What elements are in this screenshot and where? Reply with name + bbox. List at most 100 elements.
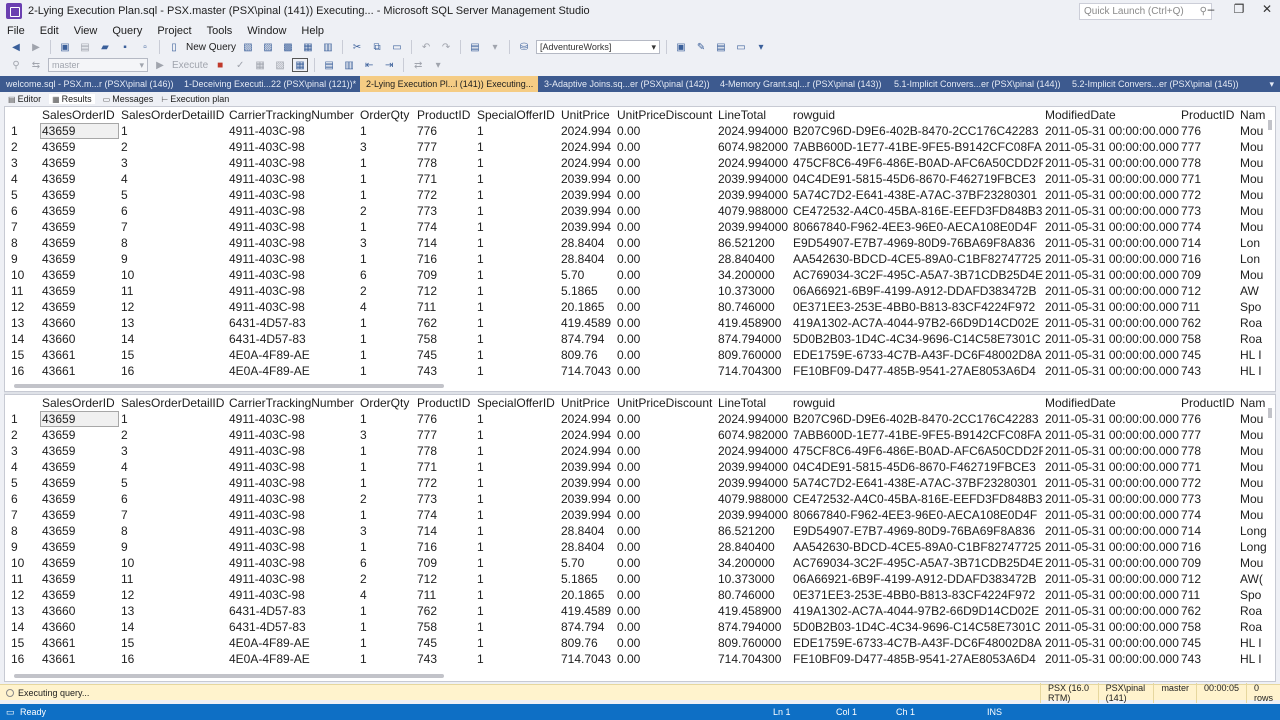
table-cell[interactable]: 1 xyxy=(358,539,415,555)
table-cell[interactable]: 716 xyxy=(415,251,475,267)
column-header[interactable]: ProductID xyxy=(415,107,475,123)
table-cell[interactable]: 43659 xyxy=(40,539,119,555)
table-cell[interactable]: 4E0A-4F89-AE xyxy=(227,347,358,363)
table-cell[interactable]: E9D54907-E7B7-4969-80D9-76BA69F8A836 xyxy=(791,235,1043,251)
table-cell[interactable]: 2024.994000 xyxy=(716,443,791,459)
table-cell[interactable]: Mou xyxy=(1238,139,1275,155)
table-cell[interactable]: 773 xyxy=(415,491,475,507)
table-cell[interactable]: CE472532-A4C0-45BA-816E-EEFD3FD848B3 xyxy=(791,491,1043,507)
table-cell[interactable]: 874.794000 xyxy=(716,619,791,635)
row-number-cell[interactable]: 8 xyxy=(5,523,40,539)
row-number-cell[interactable]: 2 xyxy=(5,427,40,443)
table-cell[interactable]: AC769034-3C2F-495C-A5A7-3B71CDB25D4E xyxy=(791,555,1043,571)
table-cell[interactable]: 0.00 xyxy=(615,203,716,219)
mdx-query-icon[interactable]: ▨ xyxy=(260,40,276,54)
table-cell[interactable]: 1 xyxy=(475,555,559,571)
table-cell[interactable]: 778 xyxy=(415,155,475,171)
table-cell[interactable]: 1 xyxy=(475,171,559,187)
table-cell[interactable]: 1 xyxy=(358,603,415,619)
table-cell[interactable]: 2 xyxy=(358,571,415,587)
xmla-query-icon[interactable]: ▦ xyxy=(300,40,316,54)
table-cell[interactable]: 2011-05-31 00:00:00.000 xyxy=(1043,267,1179,283)
table-cell[interactable]: 8 xyxy=(119,235,227,251)
table-cell[interactable]: 711 xyxy=(1179,587,1238,603)
table-cell[interactable]: 2039.994000 xyxy=(716,187,791,203)
table-row[interactable]: 2 43659 2 4911-403C-98 3 777 1 2024.994 0.00 6074… xyxy=(5,427,1275,443)
table-cell[interactable]: 874.794000 xyxy=(716,331,791,347)
doc-tab-implicit-conversion-1[interactable]: 5.1-Implicit Convers...er (PSX\pinal (14… xyxy=(888,76,1066,92)
table-cell[interactable]: 9 xyxy=(119,251,227,267)
table-cell[interactable]: 419A1302-AC7A-4044-97B2-66D9D14CD02E xyxy=(791,603,1043,619)
table-cell[interactable]: FE10BF09-D477-485B-9541-27AE8053A6D4 xyxy=(791,363,1043,379)
table-cell[interactable]: 2039.994000 xyxy=(716,171,791,187)
table-cell[interactable]: 6 xyxy=(358,555,415,571)
table-cell[interactable]: 762 xyxy=(1179,603,1238,619)
table-cell[interactable]: Roa xyxy=(1238,603,1275,619)
table-cell[interactable]: 774 xyxy=(415,507,475,523)
table-cell[interactable]: 745 xyxy=(1179,347,1238,363)
table-cell[interactable]: 0.00 xyxy=(615,267,716,283)
table-row[interactable]: 3 43659 3 4911-403C-98 1 778 1 2024.994 0.00 2024… xyxy=(5,443,1275,459)
table-cell[interactable]: 1 xyxy=(358,171,415,187)
table-cell[interactable]: 777 xyxy=(1179,427,1238,443)
table-cell[interactable]: 2011-05-31 00:00:00.000 xyxy=(1043,283,1179,299)
table-cell[interactable]: 714.704300 xyxy=(716,363,791,379)
table-cell[interactable]: 712 xyxy=(1179,571,1238,587)
table-cell[interactable]: AC769034-3C2F-495C-A5A7-3B71CDB25D4E xyxy=(791,267,1043,283)
table-cell[interactable]: 1 xyxy=(475,267,559,283)
table-cell[interactable]: Roa xyxy=(1238,331,1275,347)
column-header[interactable]: ModifiedDate xyxy=(1043,107,1179,123)
table-cell[interactable]: 20.1865 xyxy=(559,299,615,315)
table-cell[interactable]: 43659 xyxy=(40,459,119,475)
table-cell[interactable]: 1 xyxy=(475,331,559,347)
table-cell[interactable]: 1 xyxy=(358,459,415,475)
cut-icon[interactable]: ✂ xyxy=(349,40,365,54)
table-cell[interactable]: 2024.994 xyxy=(559,155,615,171)
table-cell[interactable]: 16 xyxy=(119,651,227,667)
column-header[interactable]: SalesOrderDetailID xyxy=(119,107,227,123)
table-cell[interactable]: 716 xyxy=(1179,539,1238,555)
table-cell[interactable]: 743 xyxy=(415,363,475,379)
add-item-icon[interactable]: ▤ xyxy=(77,40,93,54)
table-cell[interactable]: EDE1759E-6733-4C7B-A43F-DC6F48002D8A xyxy=(791,635,1043,651)
table-cell[interactable]: 4911-403C-98 xyxy=(227,155,358,171)
uncomment-icon[interactable]: ▥ xyxy=(341,58,357,72)
table-cell[interactable]: 4911-403C-98 xyxy=(227,235,358,251)
table-cell[interactable]: 43659 xyxy=(40,235,119,251)
table-cell[interactable]: HL I xyxy=(1238,651,1275,667)
table-cell[interactable]: 475CF8C6-49F6-486E-B0AD-AFC6A50CDD2F xyxy=(791,443,1043,459)
table-cell[interactable]: 4911-403C-98 xyxy=(227,203,358,219)
table-cell[interactable]: 28.8404 xyxy=(559,523,615,539)
table-cell[interactable]: 809.76 xyxy=(559,635,615,651)
table-cell[interactable]: 419A1302-AC7A-4044-97B2-66D9D14CD02E xyxy=(791,315,1043,331)
table-cell[interactable]: EDE1759E-6733-4C7B-A43F-DC6F48002D8A xyxy=(791,347,1043,363)
table-cell[interactable]: 419.4589 xyxy=(559,603,615,619)
table-cell[interactable]: 0.00 xyxy=(615,603,716,619)
column-header[interactable]: CarrierTrackingNumber xyxy=(227,107,358,123)
table-row[interactable]: 9 43659 9 4911-403C-98 1 716 1 28.8404 0.00 28.84… xyxy=(5,539,1275,555)
table-cell[interactable]: 762 xyxy=(415,603,475,619)
table-cell[interactable]: 0.00 xyxy=(615,171,716,187)
table-cell[interactable]: 773 xyxy=(1179,491,1238,507)
table-cell[interactable]: Mou xyxy=(1238,443,1275,459)
table-cell[interactable]: 1 xyxy=(475,411,559,427)
table-cell[interactable]: 778 xyxy=(415,443,475,459)
table-row[interactable]: 2 43659 2 4911-403C-98 3 777 1 2024.994 0.00 6074… xyxy=(5,139,1275,155)
table-cell[interactable]: Lon xyxy=(1238,235,1275,251)
row-number-cell[interactable]: 4 xyxy=(5,459,40,475)
table-cell[interactable]: 1 xyxy=(475,139,559,155)
table-cell[interactable]: 5.1865 xyxy=(559,571,615,587)
menu-tools[interactable]: Tools xyxy=(207,25,233,37)
table-cell[interactable]: 2011-05-31 00:00:00.000 xyxy=(1043,251,1179,267)
table-cell[interactable]: 10.373000 xyxy=(716,283,791,299)
table-cell[interactable]: 43659 xyxy=(40,283,119,299)
table-cell[interactable]: 0.00 xyxy=(615,651,716,667)
table-cell[interactable]: 0.00 xyxy=(615,571,716,587)
table-cell[interactable]: 758 xyxy=(1179,331,1238,347)
table-cell[interactable]: 2011-05-31 00:00:00.000 xyxy=(1043,459,1179,475)
table-cell[interactable]: 10 xyxy=(119,555,227,571)
table-cell[interactable]: 2011-05-31 00:00:00.000 xyxy=(1043,203,1179,219)
table-cell[interactable]: 762 xyxy=(1179,315,1238,331)
table-row[interactable]: 7 43659 7 4911-403C-98 1 774 1 2039.994 0.00 2039… xyxy=(5,219,1275,235)
column-header[interactable]: UnitPriceDiscount xyxy=(615,107,716,123)
